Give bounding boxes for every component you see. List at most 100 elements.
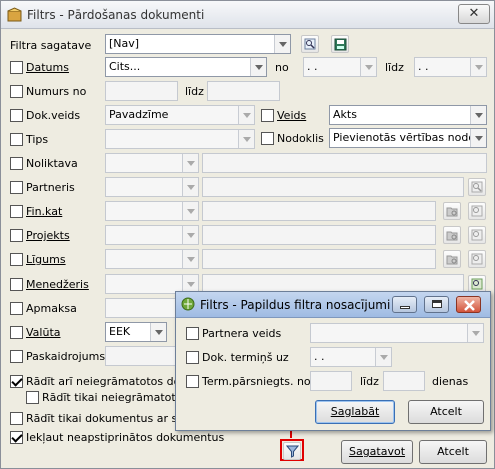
filtra-sagatave-select[interactable]: [Nav]	[105, 34, 291, 54]
datums-from-date[interactable]: . .	[303, 57, 377, 77]
numurs-checkbox[interactable]	[10, 85, 23, 98]
noliktava-select[interactable]	[105, 153, 199, 173]
sagatavot-button[interactable]: Sagatavot	[341, 440, 413, 464]
find-template-button[interactable]	[301, 35, 319, 53]
chevron-down-icon[interactable]	[150, 323, 166, 341]
chevron-down-icon[interactable]	[238, 130, 254, 148]
dialog-title-bar: Filtrs - Papildus filtra nosacījumi	[176, 292, 490, 318]
chevron-down-icon[interactable]	[238, 106, 254, 124]
dok-veids-select[interactable]: Pavadzīme	[105, 105, 255, 125]
chevron-down-icon[interactable]	[182, 178, 198, 196]
ieklaut-neapstiprinatos-label: Iekļaut neapstiprinātos dokumentus	[26, 431, 225, 444]
window-title: Filtrs - Pārdošanas dokumenti	[27, 8, 205, 22]
radit-neiegramatotos-checkbox[interactable]	[10, 375, 23, 388]
projekts-name-field	[202, 225, 436, 245]
maximize-button[interactable]	[424, 296, 449, 313]
dok-termins-date[interactable]: . .	[310, 347, 392, 367]
fin-kat-lookup-button[interactable]	[468, 202, 486, 220]
dialog-close-button[interactable]	[456, 296, 481, 313]
partnera-veids-checkbox[interactable]	[186, 327, 199, 340]
atcelt-button[interactable]: Atcelt	[419, 440, 487, 464]
projekts-checkbox[interactable]	[10, 229, 23, 242]
valuta-label: Valūta	[26, 326, 61, 339]
fin-kat-folder-button[interactable]	[443, 202, 461, 220]
datums-checkbox[interactable]	[10, 61, 23, 74]
datums-period-select[interactable]: Cits...	[105, 57, 267, 77]
veids-select[interactable]: Akts	[329, 105, 487, 125]
dialog-title: Filtrs - Papildus filtra nosacījumi	[200, 298, 391, 312]
dialog-atcelt-button[interactable]: Atcelt	[408, 400, 484, 424]
ligums-select[interactable]	[105, 249, 199, 269]
paskaidrojums-input[interactable]	[105, 346, 177, 366]
ieklaut-neapstiprinatos-checkbox[interactable]	[10, 431, 23, 444]
dok-veids-label: Dok.veids	[26, 109, 81, 122]
paskaidrojums-label: Paskaidrojums	[26, 350, 106, 363]
tips-select[interactable]	[105, 129, 255, 149]
veids-label: Veids	[277, 109, 307, 122]
ligums-name-field	[202, 249, 436, 269]
apmaksa-checkbox[interactable]	[10, 302, 23, 315]
tips-checkbox[interactable]	[10, 133, 23, 146]
chevron-down-icon[interactable]	[470, 129, 486, 147]
numurs-to-input[interactable]	[207, 81, 280, 101]
folder-search-icon	[446, 231, 458, 241]
term-to-input[interactable]	[383, 371, 425, 391]
ligums-folder-button[interactable]	[443, 250, 461, 268]
magnifier-icon	[471, 181, 483, 193]
main-window: Filtrs - Pārdošanas dokumenti ✕ Filtra s…	[0, 0, 495, 469]
noliktava-checkbox[interactable]	[10, 157, 23, 170]
term-dienas-label: dienas	[432, 375, 469, 388]
chevron-down-icon[interactable]	[250, 58, 266, 76]
dok-veids-checkbox[interactable]	[10, 109, 23, 122]
nodoklis-checkbox[interactable]	[261, 132, 274, 145]
chevron-down-icon[interactable]	[182, 154, 198, 172]
veids-checkbox[interactable]	[261, 109, 274, 122]
radit-tikai-neiegramatotos-checkbox[interactable]	[26, 391, 39, 404]
radit-tikai-stingr-checkbox[interactable]	[10, 412, 23, 425]
folder-search-icon	[446, 255, 458, 265]
partneris-checkbox[interactable]	[10, 181, 23, 194]
fin-kat-select[interactable]	[105, 201, 199, 221]
partneris-label: Partneris	[26, 181, 75, 194]
chevron-down-icon[interactable]	[375, 348, 391, 366]
datums-to-date[interactable]: . .	[414, 57, 487, 77]
term-from-input[interactable]	[310, 371, 352, 391]
magnifier-icon	[471, 253, 483, 265]
chevron-down-icon[interactable]	[470, 106, 486, 124]
numurs-from-input[interactable]	[105, 81, 178, 101]
ligums-checkbox[interactable]	[10, 253, 23, 266]
chevron-down-icon[interactable]	[182, 250, 198, 268]
menedzeris-checkbox[interactable]	[10, 278, 23, 291]
numurs-label: Numurs no	[26, 85, 87, 98]
fin-kat-checkbox[interactable]	[10, 205, 23, 218]
ligums-label: Līgums	[26, 253, 66, 266]
chevron-down-icon[interactable]	[470, 58, 486, 76]
chevron-down-icon[interactable]	[182, 202, 198, 220]
ligums-lookup-button[interactable]	[468, 250, 486, 268]
partneris-lookup-button[interactable]	[468, 178, 486, 196]
extra-filter-button[interactable]	[283, 442, 301, 460]
chevron-down-icon[interactable]	[467, 324, 483, 342]
partnera-veids-select[interactable]	[310, 323, 484, 343]
valuta-select[interactable]: EEK	[105, 322, 167, 342]
projekts-lookup-button[interactable]	[468, 226, 486, 244]
funnel-icon	[286, 445, 299, 458]
partneris-select[interactable]	[105, 177, 199, 197]
close-button[interactable]: ✕	[458, 4, 490, 24]
folder-search-icon	[446, 207, 458, 217]
projekts-folder-button[interactable]	[443, 226, 461, 244]
projekts-select[interactable]	[105, 225, 199, 245]
additional-filter-dialog: Filtrs - Papildus filtra nosacījumi Part…	[175, 291, 491, 431]
chevron-down-icon[interactable]	[182, 226, 198, 244]
term-parsniegts-checkbox[interactable]	[186, 375, 199, 388]
valuta-checkbox[interactable]	[10, 326, 23, 339]
nodoklis-select[interactable]: Pievienotās vērtības nodoklis	[329, 128, 487, 148]
saglabat-button[interactable]: Saglabāt	[315, 400, 395, 424]
save-template-button[interactable]	[331, 35, 349, 53]
chevron-down-icon[interactable]	[360, 58, 376, 76]
minimize-button[interactable]	[392, 296, 417, 313]
chevron-down-icon[interactable]	[274, 35, 290, 53]
datums-no-label: no	[275, 61, 289, 74]
paskaidrojums-checkbox[interactable]	[10, 350, 23, 363]
dok-termins-checkbox[interactable]	[186, 351, 199, 364]
